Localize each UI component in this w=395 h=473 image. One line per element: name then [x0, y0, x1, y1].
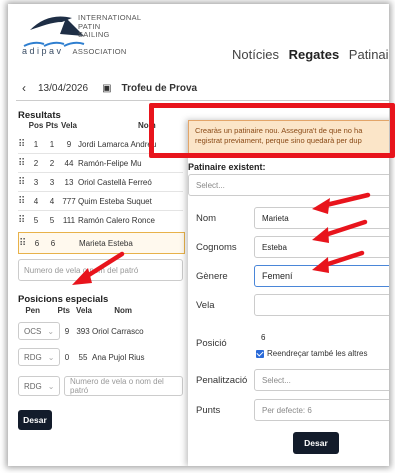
annotation-arrows [72, 192, 371, 285]
red-arrow-icon [72, 251, 125, 285]
red-arrow-icon [312, 192, 371, 214]
red-arrow-icon [312, 250, 365, 273]
red-arrow-icon [312, 219, 368, 243]
